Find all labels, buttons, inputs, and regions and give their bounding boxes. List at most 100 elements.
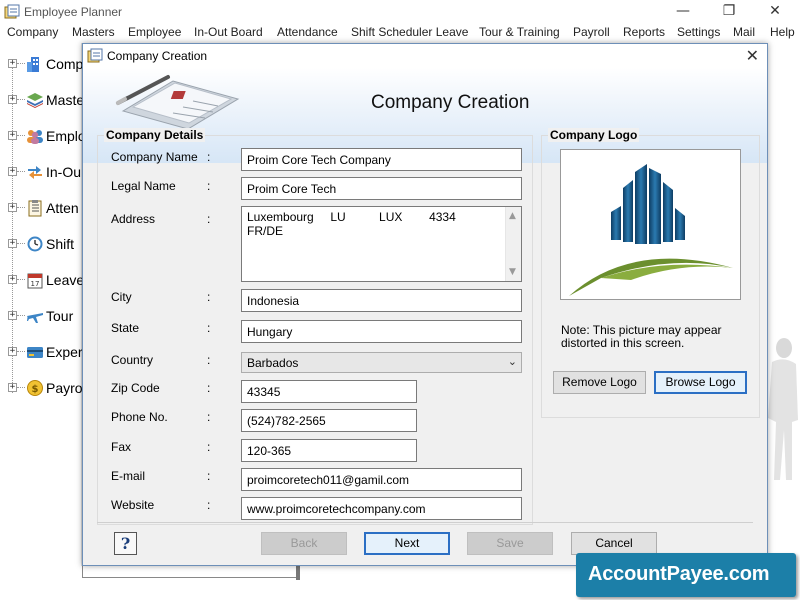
address-line-2: FR/DE <box>247 224 283 238</box>
app-icon <box>87 48 103 63</box>
airplane-icon <box>27 313 43 323</box>
country-dropdown[interactable]: Barbados ⌄ <box>241 352 522 373</box>
state-label: State <box>111 321 140 335</box>
minimize-button[interactable]: — <box>660 0 706 24</box>
legal-name-field[interactable]: Proim Core Tech <box>241 177 522 200</box>
expand-icon[interactable]: + <box>8 239 17 248</box>
address-scrollbar[interactable]: ▲ ▼ <box>505 207 521 281</box>
sidebar-item-expense[interactable]: + Exper <box>8 341 88 365</box>
back-button[interactable]: Back <box>261 532 347 555</box>
address-line-1: Luxembourg LU LUX 4334 <box>247 210 456 224</box>
colon: : <box>207 498 211 512</box>
menu-employee[interactable]: Employee <box>128 25 181 39</box>
company-name-label: Company Name <box>111 150 198 164</box>
email-field[interactable]: proimcoretech011@gamil.com <box>241 468 522 491</box>
colon: : <box>207 212 211 226</box>
menu-settings[interactable]: Settings <box>677 25 720 39</box>
menu-mail[interactable]: Mail <box>733 25 755 39</box>
expand-icon[interactable]: + <box>8 131 17 140</box>
menu-attendance[interactable]: Attendance <box>277 25 338 39</box>
expand-icon[interactable]: + <box>8 275 17 284</box>
company-logo-image <box>569 164 733 296</box>
sidebar-item-attendance[interactable]: + Atten <box>8 197 88 221</box>
next-button[interactable]: Next <box>364 532 450 555</box>
sidebar-item-company[interactable]: + Comp <box>8 53 88 77</box>
sidebar-item-label: Shift <box>46 236 75 252</box>
logo-preview[interactable] <box>560 149 741 300</box>
address-label: Address <box>111 212 156 226</box>
phone-label: Phone No. <box>111 410 168 424</box>
scroll-up-icon[interactable]: ▲ <box>509 209 516 223</box>
zip-code-field[interactable]: 43345 <box>241 380 417 403</box>
sidebar-item-label: Emplo <box>46 128 86 144</box>
expand-icon[interactable]: + <box>8 167 17 176</box>
app-titlebar: Employee Planner — ❐ ✕ <box>0 0 800 24</box>
footer-separator <box>97 522 753 523</box>
company-details-title: Company Details <box>104 128 206 142</box>
app-icon <box>4 4 20 19</box>
website-field[interactable]: www.proimcoretechcompany.com <box>241 497 522 520</box>
expand-icon[interactable]: + <box>8 203 17 212</box>
menu-tour-training[interactable]: Tour & Training <box>479 25 560 39</box>
browse-logo-button[interactable]: Browse Logo <box>654 371 747 394</box>
people-icon <box>27 130 43 144</box>
sidebar-item-employee[interactable]: + Emplo <box>8 125 88 149</box>
calendar-day: 17 <box>31 280 40 288</box>
menu-masters[interactable]: Masters <box>72 25 115 39</box>
app-title: Employee Planner <box>24 5 123 19</box>
building-icon <box>27 57 39 72</box>
scroll-down-icon[interactable]: ▼ <box>509 265 516 279</box>
chevron-down-icon[interactable]: ⌄ <box>508 355 517 368</box>
fax-field[interactable]: 120-365 <box>241 439 417 462</box>
sidebar-item-shift[interactable]: + Shift <box>8 233 88 257</box>
colon: : <box>207 321 211 335</box>
expand-icon[interactable]: + <box>8 383 17 392</box>
help-button[interactable]: ? <box>114 532 137 555</box>
menu-help[interactable]: Help <box>770 25 795 39</box>
sidebar-item-tour[interactable]: + Tour <box>8 305 88 329</box>
close-button[interactable]: ✕ <box>752 0 798 24</box>
expand-icon[interactable]: + <box>8 95 17 104</box>
dialog-title: Company Creation <box>107 49 208 63</box>
city-field[interactable]: Indonesia <box>241 289 522 312</box>
sidebar-item-label: Leave <box>46 272 85 288</box>
state-field[interactable]: Hungary <box>241 320 522 343</box>
website-label: Website <box>111 498 155 512</box>
remove-logo-button[interactable]: Remove Logo <box>553 371 646 394</box>
menu-reports[interactable]: Reports <box>623 25 665 39</box>
calendar-icon: 17 <box>27 273 43 289</box>
sidebar-item-label: Maste <box>46 92 85 108</box>
checklist-icon <box>28 200 42 217</box>
address-field[interactable]: Luxembourg LU LUX 4334 FR/DE ▲ ▼ <box>241 206 522 282</box>
menu-shift-scheduler-leave[interactable]: Shift Scheduler Leave <box>351 25 468 39</box>
sidebar-item-label: In-Ou <box>46 164 82 180</box>
expand-icon[interactable]: + <box>8 311 17 320</box>
restore-button[interactable]: ❐ <box>706 0 752 24</box>
phone-field[interactable]: (524)782-2565 <box>241 409 417 432</box>
dialog-close-button[interactable]: ✕ <box>746 46 759 65</box>
dialog-titlebar: Company Creation ✕ <box>83 44 767 68</box>
documents-pen-icon <box>116 75 240 130</box>
expand-icon[interactable]: + <box>8 59 17 68</box>
company-name-field[interactable]: Proim Core Tech Company <box>241 148 522 171</box>
sidebar-item-leave[interactable]: + 17 Leave <box>8 269 88 293</box>
menu-company[interactable]: Company <box>7 25 58 39</box>
coin-symbol: $ <box>32 384 39 395</box>
bottom-panel-frame <box>82 566 300 578</box>
coin-icon: $ <box>27 380 43 396</box>
save-button[interactable]: Save <box>467 532 553 555</box>
sidebar-item-masters[interactable]: + Maste <box>8 89 88 113</box>
sidebar-item-label: Tour <box>46 308 74 324</box>
logo-note-line-1: Note: This picture may appear <box>561 323 722 337</box>
expand-icon[interactable]: + <box>8 347 17 356</box>
sidebar-item-label: Comp <box>46 56 84 72</box>
menu-payroll[interactable]: Payroll <box>573 25 610 39</box>
sidebar-item-label: Payro <box>46 380 83 396</box>
menu-bar: Company Masters Employee In-Out Board At… <box>0 24 800 43</box>
colon: : <box>207 469 211 483</box>
bottom-panel-splitter[interactable] <box>296 566 300 580</box>
menu-in-out-board[interactable]: In-Out Board <box>194 25 263 39</box>
sidebar-item-in-out[interactable]: + In-Ou <box>8 161 88 185</box>
sidebar-item-payroll[interactable]: + $ Payro <box>8 377 88 401</box>
cancel-button[interactable]: Cancel <box>571 532 657 555</box>
